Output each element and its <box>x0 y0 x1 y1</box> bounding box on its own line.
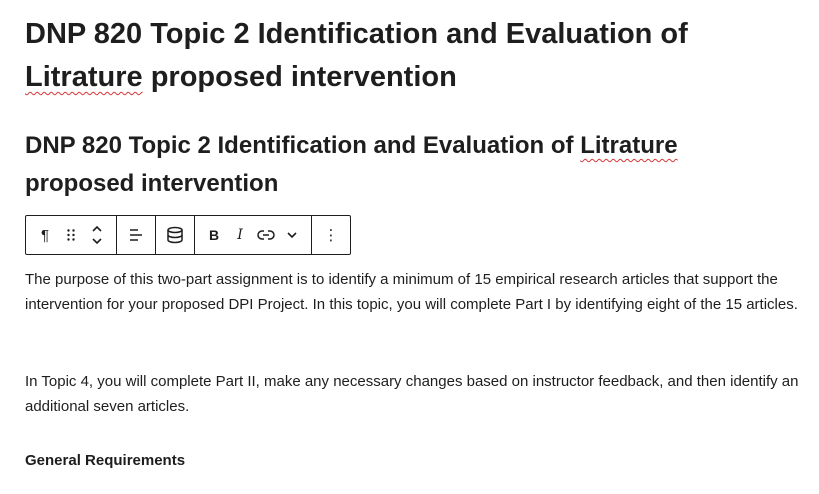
italic-icon[interactable]: I <box>227 217 253 253</box>
drag-handle-icon[interactable] <box>58 217 84 253</box>
align-icon[interactable] <box>123 217 149 253</box>
paragraph-block[interactable]: In Topic 4, you will complete Part II, m… <box>25 370 805 419</box>
post-title-text-end: proposed intervention <box>142 61 457 93</box>
subheading-general-requirements[interactable]: General Requirements <box>25 450 185 472</box>
misspelled-word[interactable]: Litrature <box>580 132 677 159</box>
chevron-down-icon[interactable] <box>279 217 305 253</box>
database-icon[interactable] <box>162 217 188 253</box>
more-options-icon[interactable]: ⋮ <box>318 217 344 253</box>
drag-handle-icon-svg <box>67 229 75 241</box>
misspelled-word[interactable]: Litrature <box>25 61 143 93</box>
heading-text: DNP 820 Topic 2 Identification and Evalu… <box>25 132 581 159</box>
chevron-down-icon-svg <box>287 232 297 239</box>
paragraph-icon[interactable]: ¶ <box>32 217 58 253</box>
heading-block[interactable]: DNP 820 Topic 2 Identification and Evalu… <box>25 127 785 203</box>
database-icon-svg <box>167 226 183 244</box>
toolbar-group-block: ¶ <box>26 216 117 254</box>
toolbar-group-data <box>156 216 195 254</box>
toolbar-group-more: ⋮ <box>312 216 350 254</box>
bold-icon[interactable]: B <box>201 217 227 253</box>
move-up-down-icon[interactable] <box>84 217 110 253</box>
post-title-text: DNP 820 Topic 2 Identification and Evalu… <box>25 18 688 50</box>
block-toolbar: ¶ B I ⋮ <box>25 215 351 255</box>
toolbar-group-format: B I <box>195 216 312 254</box>
toolbar-group-align <box>117 216 156 254</box>
post-title[interactable]: DNP 820 Topic 2 Identification and Evalu… <box>25 13 785 99</box>
paragraph-block[interactable]: The purpose of this two-part assignment … <box>25 268 805 317</box>
link-icon[interactable] <box>253 217 279 253</box>
heading-text-end: proposed intervention <box>25 170 279 197</box>
link-icon-svg <box>257 230 275 240</box>
align-icon-svg <box>130 229 142 241</box>
move-up-down-icon-svg <box>92 225 102 245</box>
